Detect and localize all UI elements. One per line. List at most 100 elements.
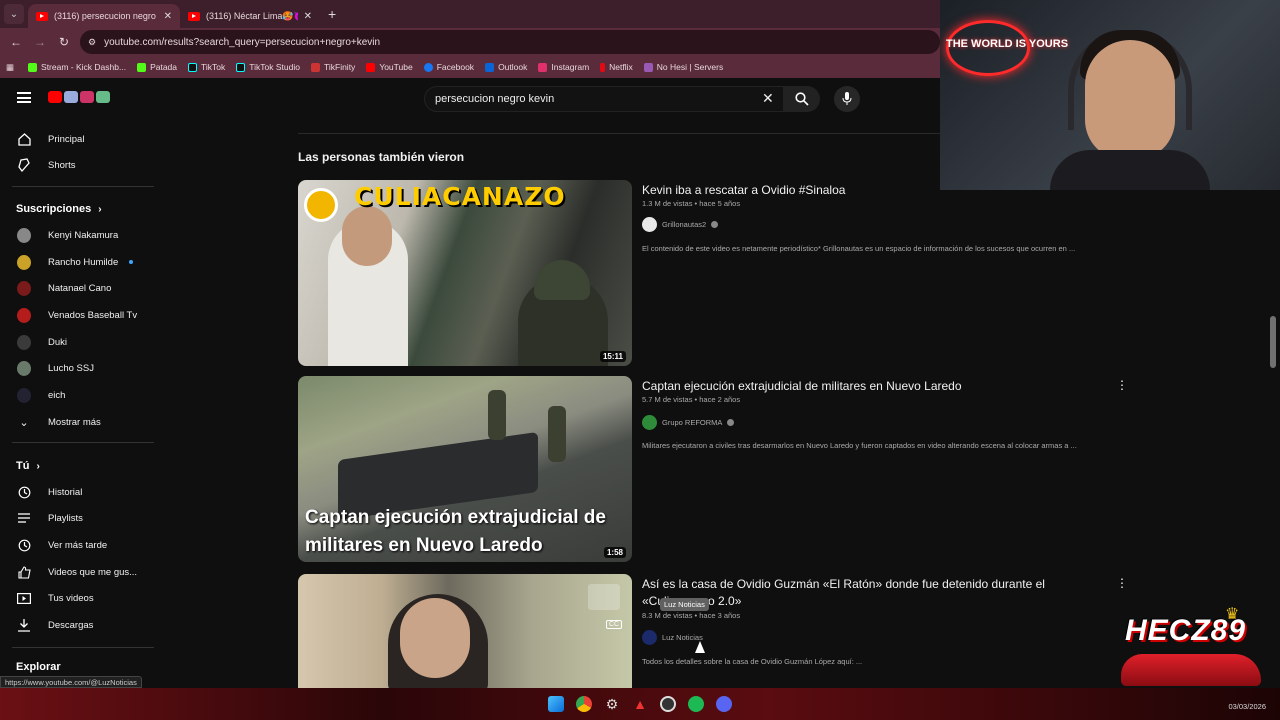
verified-icon xyxy=(727,419,735,426)
sidebar-item-watch-later[interactable]: Ver más tarde xyxy=(0,532,155,558)
site-info-icon[interactable]: ⚙ xyxy=(88,37,96,48)
bookmark-item[interactable]: YouTube xyxy=(366,62,413,72)
sidebar-item-your-videos[interactable]: Tus videos xyxy=(0,585,155,611)
sidebar-item-subscription[interactable]: Venados Baseball Tv xyxy=(0,302,155,328)
video-meta: 8.3 M de vistas • hace 3 años xyxy=(642,611,741,620)
sidebar-item-downloads[interactable]: Descargas xyxy=(0,612,155,638)
show-more-button[interactable]: ⌄ Mostrar más xyxy=(0,409,155,435)
neon-sign-text: THE WORLD IS YOURS xyxy=(946,38,1069,50)
clear-search-icon[interactable]: ✕ xyxy=(762,90,774,107)
divider xyxy=(12,647,154,648)
sidebar-item-subscription[interactable]: Duki xyxy=(0,329,155,355)
bookmark-item[interactable]: Stream - Kick Dashb... xyxy=(28,62,126,72)
like-icon xyxy=(17,565,31,579)
chrome-icon[interactable] xyxy=(576,696,592,712)
youtube-logo[interactable] xyxy=(48,91,110,103)
obs-icon[interactable] xyxy=(660,696,676,712)
page-scrollbar[interactable] xyxy=(1270,316,1276,368)
avatar xyxy=(17,280,31,296)
thumbnail-helmet xyxy=(534,260,590,300)
tab-search-button[interactable]: ⌄ xyxy=(4,4,24,24)
video-result[interactable]: Captan ejecución extrajudicial de milita… xyxy=(298,376,1278,562)
channel-link[interactable]: Luz Noticias xyxy=(642,630,703,645)
new-tab-button[interactable]: + xyxy=(328,6,336,22)
sidebar-item-historial[interactable]: Historial xyxy=(0,479,155,505)
video-title[interactable]: Captan ejecución extrajudicial de milita… xyxy=(642,378,1062,395)
channel-avatar xyxy=(642,415,657,430)
instagram-icon xyxy=(538,62,548,72)
youtube-favicon-icon xyxy=(36,11,48,21)
channel-link[interactable]: Grillonautas2 xyxy=(642,217,719,232)
settings-gear-icon[interactable]: ⚙ xyxy=(604,696,620,712)
video-thumbnail[interactable]: CC xyxy=(298,574,632,688)
sidebar-item-subscription[interactable]: Kenyi Nakamura xyxy=(0,222,155,248)
youtube-icon xyxy=(366,62,376,72)
bookmark-item[interactable]: Outlook xyxy=(485,62,527,72)
search-results: Las personas también vieron CULIACANAZO … xyxy=(160,120,1128,688)
chevron-right-icon: › xyxy=(98,204,102,215)
voice-search-button[interactable] xyxy=(834,86,860,112)
divider xyxy=(298,133,940,134)
webcam-overlay: THE WORLD IS YOURS xyxy=(940,0,1280,190)
video-thumbnail[interactable]: Captan ejecución extrajudicial de milita… xyxy=(298,376,632,562)
windows-start-icon[interactable] xyxy=(548,696,564,712)
apps-grid-icon[interactable]: ▦ xyxy=(6,62,14,73)
channel-name: Grillonautas2 xyxy=(662,220,707,229)
close-tab-icon[interactable]: ✕ xyxy=(304,11,312,22)
bookmark-item[interactable]: Facebook xyxy=(423,62,474,72)
tab-title: (3116) persecucion negro kevin xyxy=(54,11,158,21)
sidebar-item-shorts[interactable]: Shorts xyxy=(0,152,155,178)
address-bar[interactable]: ⚙ youtube.com/results?search_query=perse… xyxy=(80,30,940,54)
channel-link[interactable]: Grupo REFORMA xyxy=(642,415,735,430)
avatar xyxy=(17,334,31,350)
bookmark-item[interactable]: Patada xyxy=(137,62,177,72)
forward-icon[interactable]: → xyxy=(28,35,52,49)
more-actions-icon[interactable]: ⋮ xyxy=(1116,378,1128,392)
link-status-bar: https://www.youtube.com/@LuzNoticias xyxy=(0,676,142,688)
bookmark-item[interactable]: No Hesi | Servers xyxy=(643,62,723,72)
sidebar-item-subscription[interactable]: Lucho SSJ xyxy=(0,355,155,381)
app-icon[interactable]: ▲ xyxy=(632,696,648,712)
sidebar-item-principal[interactable]: Principal xyxy=(0,126,155,152)
more-actions-icon[interactable]: ⋮ xyxy=(1116,576,1128,590)
close-tab-icon[interactable]: ✕ xyxy=(164,11,172,22)
browser-tab-active[interactable]: (3116) persecucion negro kevin ✕ xyxy=(28,4,180,28)
youtube-header: persecucion negro kevin ✕ xyxy=(0,78,940,120)
bookmark-item[interactable]: Instagram xyxy=(538,62,589,72)
video-duration: 15:11 xyxy=(599,351,626,362)
menu-icon[interactable] xyxy=(17,92,31,103)
video-description: Militares ejecutaron a civiles tras desa… xyxy=(642,441,1077,450)
sidebar-item-subscription[interactable]: Rancho Humilde xyxy=(0,249,155,275)
search-button[interactable] xyxy=(784,86,820,112)
sidebar-item-playlists[interactable]: Playlists xyxy=(0,505,155,531)
reload-icon[interactable]: ↻ xyxy=(52,35,76,49)
video-result[interactable]: CULIACANAZO 15:11 Kevin iba a rescatar a… xyxy=(298,180,1278,366)
subscriptions-heading[interactable]: Suscripciones › xyxy=(16,203,102,215)
browser-tab[interactable]: (3116) Néctar Lima🥵😈 - You ✕ xyxy=(180,4,320,28)
you-heading[interactable]: Tú › xyxy=(16,460,40,472)
history-icon xyxy=(17,485,31,499)
avatar xyxy=(17,387,31,403)
chevron-down-icon: ⌄ xyxy=(19,416,29,429)
mouse-cursor-icon xyxy=(695,641,705,653)
discord-icon[interactable] xyxy=(716,696,732,712)
thumbnail-soldier xyxy=(488,390,506,440)
url-text: youtube.com/results?search_query=persecu… xyxy=(104,36,381,48)
microphone-icon xyxy=(842,92,852,105)
video-thumbnail[interactable]: CULIACANAZO 15:11 xyxy=(298,180,632,366)
divider xyxy=(12,186,154,187)
sidebar-item-liked-videos[interactable]: Videos que me gus... xyxy=(0,559,155,585)
sidebar-item-subscription[interactable]: eich xyxy=(0,382,155,408)
nohesi-icon xyxy=(643,62,653,72)
video-meta: 1.3 M de vistas • hace 5 años xyxy=(642,199,741,208)
bookmark-item[interactable]: Netflix xyxy=(600,62,633,72)
spotify-icon[interactable] xyxy=(688,696,704,712)
bookmark-item[interactable]: TikTok xyxy=(188,62,225,72)
bookmark-item[interactable]: TikTok Studio xyxy=(236,62,300,72)
tiktok-icon xyxy=(188,62,198,72)
bookmark-item[interactable]: TikFinity xyxy=(310,62,355,72)
sidebar-item-subscription[interactable]: Natanael Cano xyxy=(0,275,155,301)
tab-title: (3116) Néctar Lima🥵😈 - You xyxy=(206,10,298,21)
back-icon[interactable]: ← xyxy=(4,35,28,49)
search-input[interactable]: persecucion negro kevin xyxy=(424,86,784,112)
